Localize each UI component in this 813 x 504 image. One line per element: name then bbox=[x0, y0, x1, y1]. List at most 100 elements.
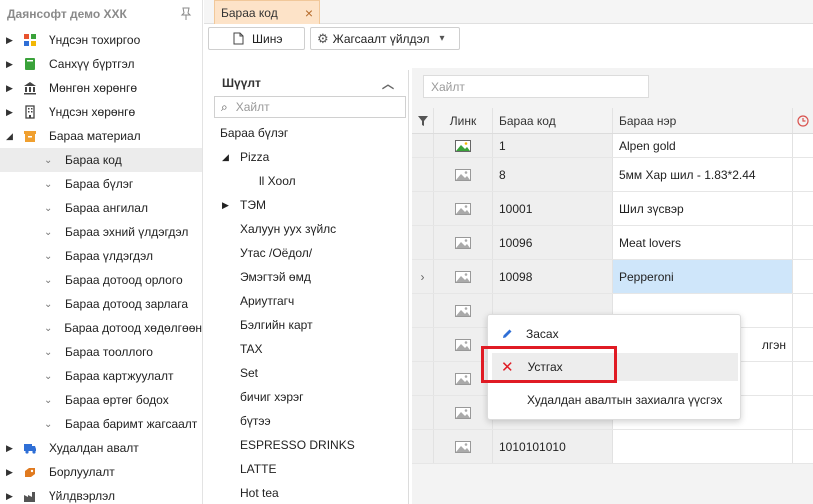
sidebar-subitem-11[interactable]: ⌄ Бараа баримт жагсаалт bbox=[0, 412, 202, 436]
collapsed-arrow-icon[interactable]: ▶ bbox=[6, 491, 16, 502]
filter-tree-item[interactable]: ll Хоол bbox=[212, 169, 408, 193]
cell-link[interactable] bbox=[434, 328, 493, 361]
sidebar-item-4[interactable]: ◢ Бараа материал bbox=[0, 124, 202, 148]
collapse-caret-icon[interactable]: ︿ bbox=[382, 75, 394, 92]
image-placeholder-icon[interactable] bbox=[455, 168, 471, 181]
collapsed-arrow-icon[interactable]: ▶ bbox=[6, 467, 16, 478]
cell-code: 10098 bbox=[493, 260, 613, 293]
sidebar-bottom-item-2[interactable]: ▶ Үйлдвэрлэл bbox=[0, 484, 202, 504]
sidebar-subitem-3[interactable]: ⌄ Бараа эхний үлдэгдэл bbox=[0, 220, 202, 244]
cell-link[interactable] bbox=[434, 158, 493, 191]
expanded-arrow-icon[interactable]: ◢ bbox=[222, 152, 232, 163]
sidebar-item-3[interactable]: ▶ Үндсэн хөрөнгө bbox=[0, 100, 202, 124]
pin-icon[interactable] bbox=[180, 7, 192, 21]
column-header-link[interactable]: Линк bbox=[434, 108, 493, 133]
cell-extra bbox=[793, 260, 813, 293]
menu-item-delete[interactable]: ✕ Устгах bbox=[492, 353, 738, 381]
sidebar-item-0[interactable]: ▶ Үндсэн тохиргоо bbox=[0, 28, 202, 52]
cell-link[interactable] bbox=[434, 134, 493, 157]
filter-tree-item[interactable]: Утас /Оёдол/ bbox=[212, 241, 408, 265]
grid-search-input[interactable]: Хайлт bbox=[423, 75, 649, 98]
image-placeholder-icon[interactable] bbox=[455, 372, 471, 385]
table-row[interactable]: 10001 Шил зүсвэр bbox=[412, 192, 813, 226]
sidebar-subitem-label: Бараа дотоод зарлага bbox=[65, 297, 188, 311]
sidebar-bottom-item-1[interactable]: ▶ Борлуулалт bbox=[0, 460, 202, 484]
sidebar-subitem-7[interactable]: ⌄ Бараа дотоод хөдөлгөөн bbox=[0, 316, 202, 340]
table-row[interactable]: 1 Alpen gold bbox=[412, 134, 813, 158]
sidebar-bottom-item-0[interactable]: ▶ Худалдан авалт bbox=[0, 436, 202, 460]
sidebar-subitem-1[interactable]: ⌄ Бараа бүлэг bbox=[0, 172, 202, 196]
filter-tree-item[interactable]: Ариутгагч bbox=[212, 289, 408, 313]
sidebar-item-2[interactable]: ▶ Мөнгөн хөрөнгө bbox=[0, 76, 202, 100]
sidebar-subitem-0[interactable]: ⌄ Бараа код bbox=[0, 148, 202, 172]
filter-tree-item[interactable]: Халуун уух зүйлс bbox=[212, 217, 408, 241]
new-button[interactable]: Шинэ bbox=[208, 27, 305, 50]
collapsed-arrow-icon[interactable]: ▶ bbox=[6, 83, 16, 94]
filter-tree-item[interactable]: LATTE bbox=[212, 457, 408, 481]
table-row[interactable]: 1010101010 bbox=[412, 430, 813, 464]
image-placeholder-icon[interactable] bbox=[455, 236, 471, 249]
row-indicator: › bbox=[412, 260, 434, 293]
menu-item-edit[interactable]: Засах bbox=[488, 320, 742, 348]
column-header-name[interactable]: Бараа нэр bbox=[613, 108, 793, 133]
filter-tree-label: Set bbox=[240, 366, 259, 380]
tab-item-code[interactable]: Бараа код × bbox=[214, 0, 320, 24]
list-actions-button[interactable]: ⚙ Жагсаалт үйлдэл ▾ bbox=[310, 27, 460, 50]
collapsed-arrow-icon[interactable]: ▶ bbox=[6, 107, 16, 118]
collapsed-arrow-icon[interactable]: ▶ bbox=[222, 200, 232, 211]
sidebar-item-1[interactable]: ▶ Санхүү бүртгэл bbox=[0, 52, 202, 76]
table-row[interactable]: 10096 Meat lovers bbox=[412, 226, 813, 260]
expanded-arrow-icon[interactable]: ◢ bbox=[6, 131, 16, 142]
filter-tree-item[interactable]: бүтээ bbox=[212, 409, 408, 433]
clock-icon[interactable] bbox=[793, 108, 813, 133]
sidebar-subitem-4[interactable]: ⌄ Бараа үлдэгдэл bbox=[0, 244, 202, 268]
filter-funnel-icon[interactable] bbox=[412, 108, 434, 133]
image-placeholder-icon[interactable] bbox=[455, 202, 471, 215]
filter-tree-item[interactable]: Бэлгийн карт bbox=[212, 313, 408, 337]
filter-search-input[interactable]: ⌕ Хайлт bbox=[214, 96, 406, 118]
collapsed-arrow-icon[interactable]: ▶ bbox=[6, 59, 16, 70]
cell-link[interactable] bbox=[434, 430, 493, 463]
filter-tree-item[interactable]: Эмэгтэй өмд bbox=[212, 265, 408, 289]
table-row[interactable]: 8 5мм Хар шил - 1.83*2.44 bbox=[412, 158, 813, 192]
image-placeholder-icon[interactable] bbox=[455, 440, 471, 453]
collapsed-arrow-icon[interactable]: ▶ bbox=[6, 443, 16, 454]
filter-tree-item[interactable]: ◢ Pizza bbox=[212, 145, 408, 169]
collapsed-arrow-icon[interactable]: ▶ bbox=[6, 35, 16, 46]
filter-tree-item[interactable]: Бараа бүлэг bbox=[212, 121, 408, 145]
sidebar-subitem-5[interactable]: ⌄ Бараа дотоод орлого bbox=[0, 268, 202, 292]
sidebar-subitem-6[interactable]: ⌄ Бараа дотоод зарлага bbox=[0, 292, 202, 316]
cell-link[interactable] bbox=[434, 362, 493, 395]
image-placeholder-icon[interactable] bbox=[455, 304, 471, 317]
filter-tree-item[interactable]: ▶ ТЭМ bbox=[212, 193, 408, 217]
cell-link[interactable] bbox=[434, 396, 493, 429]
table-row[interactable]: › 10098 Pepperoni bbox=[412, 260, 813, 294]
cell-link[interactable] bbox=[434, 294, 493, 327]
sidebar-subitem-label: Бараа ангилал bbox=[65, 201, 148, 215]
image-placeholder-icon[interactable] bbox=[455, 270, 471, 283]
sidebar-subitem-2[interactable]: ⌄ Бараа ангилал bbox=[0, 196, 202, 220]
filter-tree-label: Pizza bbox=[240, 150, 270, 164]
sidebar-subitem-9[interactable]: ⌄ Бараа картжуулалт bbox=[0, 364, 202, 388]
sidebar-subitem-10[interactable]: ⌄ Бараа өртөг бодох bbox=[0, 388, 202, 412]
filter-tree-item[interactable]: бичиг хэрэг bbox=[212, 385, 408, 409]
filter-header[interactable]: Шүүлт ︿ bbox=[212, 70, 408, 96]
image-placeholder-icon[interactable] bbox=[455, 406, 471, 419]
green-image-icon[interactable] bbox=[455, 139, 471, 152]
column-header-code[interactable]: Бараа код bbox=[493, 108, 613, 133]
search-icon: ⌕ bbox=[221, 99, 228, 114]
filter-tree-item[interactable]: ESPRESSO DRINKS bbox=[212, 433, 408, 457]
list-actions-label: Жагсаалт үйлдэл bbox=[332, 31, 430, 46]
new-button-label: Шинэ bbox=[252, 31, 283, 46]
row-indicator bbox=[412, 362, 434, 395]
cell-link[interactable] bbox=[434, 192, 493, 225]
close-icon[interactable]: × bbox=[305, 5, 313, 21]
sidebar-subitem-8[interactable]: ⌄ Бараа тооллого bbox=[0, 340, 202, 364]
filter-tree-item[interactable]: Set bbox=[212, 361, 408, 385]
cell-link[interactable] bbox=[434, 226, 493, 259]
menu-item-purchase-order[interactable]: Худалдан авалтын захиалга үүсгэх bbox=[488, 386, 742, 414]
image-placeholder-icon[interactable] bbox=[455, 338, 471, 351]
filter-tree-item[interactable]: Hot tea bbox=[212, 481, 408, 504]
cell-link[interactable] bbox=[434, 260, 493, 293]
filter-tree-item[interactable]: TAX bbox=[212, 337, 408, 361]
